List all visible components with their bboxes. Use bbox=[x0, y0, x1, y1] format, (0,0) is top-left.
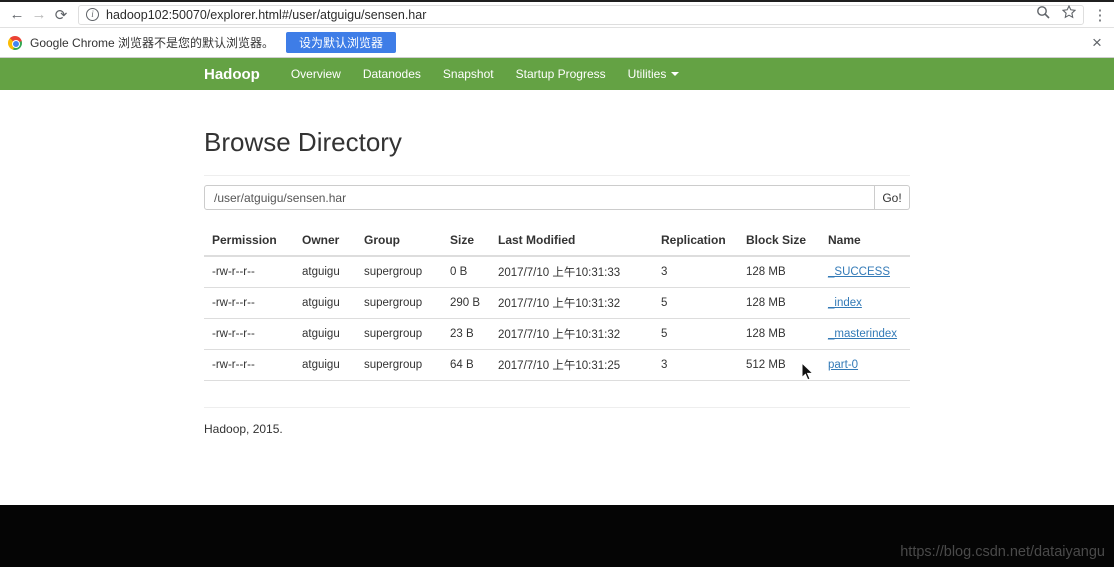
nav-item-overview[interactable]: Overview bbox=[280, 67, 352, 81]
footer-divider bbox=[204, 407, 910, 408]
cell-block-size: 128 MB bbox=[738, 318, 820, 350]
hadoop-navbar: Hadoop Overview Datanodes Snapshot Start… bbox=[0, 58, 1114, 90]
url-text[interactable]: hadoop102:50070/explorer.html#/user/atgu… bbox=[106, 8, 1036, 22]
table-row: -rw-r--r-- atguigu supergroup 23 B 2017/… bbox=[204, 318, 910, 350]
cell-modified: 2017/7/10 上午10:31:32 bbox=[490, 287, 653, 319]
cell-owner: atguigu bbox=[294, 349, 356, 381]
cell-owner: atguigu bbox=[294, 255, 356, 288]
cell-group: supergroup bbox=[356, 255, 442, 288]
file-listing-table: Permission Owner Group Size Last Modifie… bbox=[204, 225, 910, 381]
nav-item-utilities-label: Utilities bbox=[627, 67, 667, 81]
table-header-row: Permission Owner Group Size Last Modifie… bbox=[204, 225, 910, 257]
directory-path-input[interactable] bbox=[204, 185, 875, 210]
set-default-browser-button[interactable]: 设为默认浏览器 bbox=[286, 32, 397, 53]
cell-permission: -rw-r--r-- bbox=[204, 255, 294, 288]
bottom-black-strip: https://blog.csdn.net/dataiyangu bbox=[0, 505, 1114, 567]
hadoop-footer-text: Hadoop, 2015. bbox=[204, 422, 283, 436]
page-header: Browse Directory bbox=[204, 127, 910, 176]
col-replication: Replication bbox=[653, 225, 738, 257]
chrome-icon bbox=[8, 35, 22, 50]
address-bar[interactable]: i hadoop102:50070/explorer.html#/user/at… bbox=[78, 4, 1084, 25]
go-button[interactable]: Go! bbox=[875, 185, 910, 210]
col-name: Name bbox=[820, 225, 910, 257]
browser-menu-icon[interactable]: ⋮ bbox=[1092, 6, 1108, 24]
notification-message: Google Chrome 浏览器不是您的默认浏览器。 bbox=[30, 36, 275, 50]
cell-replication: 3 bbox=[653, 349, 738, 381]
watermark-text: https://blog.csdn.net/dataiyangu bbox=[900, 544, 1105, 560]
page-title: Browse Directory bbox=[204, 127, 402, 157]
col-permission: Permission bbox=[204, 225, 294, 257]
col-owner: Owner bbox=[294, 225, 356, 257]
nav-item-snapshot[interactable]: Snapshot bbox=[432, 67, 505, 81]
notification-close-icon[interactable]: × bbox=[1088, 34, 1106, 51]
forward-button[interactable]: → bbox=[28, 6, 50, 23]
cell-permission: -rw-r--r-- bbox=[204, 318, 294, 350]
page-info-icon[interactable]: i bbox=[86, 8, 99, 21]
cell-permission: -rw-r--r-- bbox=[204, 349, 294, 381]
cell-group: supergroup bbox=[356, 287, 442, 319]
path-input-group: Go! bbox=[204, 185, 910, 210]
reload-button[interactable]: ⟳ bbox=[50, 6, 72, 24]
cell-group: supergroup bbox=[356, 349, 442, 381]
default-browser-notification: Google Chrome 浏览器不是您的默认浏览器。 设为默认浏览器 × bbox=[0, 28, 1114, 58]
bookmark-star-icon[interactable] bbox=[1061, 4, 1077, 24]
file-link[interactable]: _SUCCESS bbox=[828, 266, 890, 278]
cell-modified: 2017/7/10 上午10:31:33 bbox=[490, 255, 653, 288]
cell-group: supergroup bbox=[356, 318, 442, 350]
back-button[interactable]: ← bbox=[6, 6, 28, 23]
cell-permission: -rw-r--r-- bbox=[204, 287, 294, 319]
cell-block-size: 512 MB bbox=[738, 349, 820, 381]
cell-owner: atguigu bbox=[294, 287, 356, 319]
zoom-icon[interactable] bbox=[1036, 5, 1050, 24]
page-content: Browse Directory Go! Permission Owner Gr… bbox=[0, 90, 1114, 505]
table-row: -rw-r--r-- atguigu supergroup 0 B 2017/7… bbox=[204, 255, 910, 288]
table-row: -rw-r--r-- atguigu supergroup 64 B 2017/… bbox=[204, 349, 910, 381]
cell-block-size: 128 MB bbox=[738, 287, 820, 319]
cell-modified: 2017/7/10 上午10:31:25 bbox=[490, 349, 653, 381]
cell-size: 290 B bbox=[442, 287, 490, 319]
cell-size: 64 B bbox=[442, 349, 490, 381]
navbar-brand[interactable]: Hadoop bbox=[204, 66, 260, 83]
table-row: -rw-r--r-- atguigu supergroup 290 B 2017… bbox=[204, 287, 910, 319]
cell-replication: 3 bbox=[653, 255, 738, 288]
nav-item-utilities[interactable]: Utilities bbox=[617, 67, 691, 81]
nav-item-startup-progress[interactable]: Startup Progress bbox=[505, 67, 617, 81]
col-size: Size bbox=[442, 225, 490, 257]
col-block-size: Block Size bbox=[738, 225, 820, 257]
cell-replication: 5 bbox=[653, 287, 738, 319]
cell-owner: atguigu bbox=[294, 318, 356, 350]
cell-replication: 5 bbox=[653, 318, 738, 350]
cell-size: 0 B bbox=[442, 255, 490, 288]
cell-modified: 2017/7/10 上午10:31:32 bbox=[490, 318, 653, 350]
file-link[interactable]: part-0 bbox=[828, 359, 858, 371]
file-link[interactable]: _masterindex bbox=[828, 328, 897, 340]
nav-item-datanodes[interactable]: Datanodes bbox=[352, 67, 432, 81]
chevron-down-icon bbox=[671, 72, 680, 76]
file-link[interactable]: _index bbox=[828, 297, 862, 309]
browser-toolbar: ← → ⟳ i hadoop102:50070/explorer.html#/u… bbox=[0, 0, 1114, 28]
cell-size: 23 B bbox=[442, 318, 490, 350]
col-last-modified: Last Modified bbox=[490, 225, 653, 257]
col-group: Group bbox=[356, 225, 442, 257]
cell-block-size: 128 MB bbox=[738, 255, 820, 288]
